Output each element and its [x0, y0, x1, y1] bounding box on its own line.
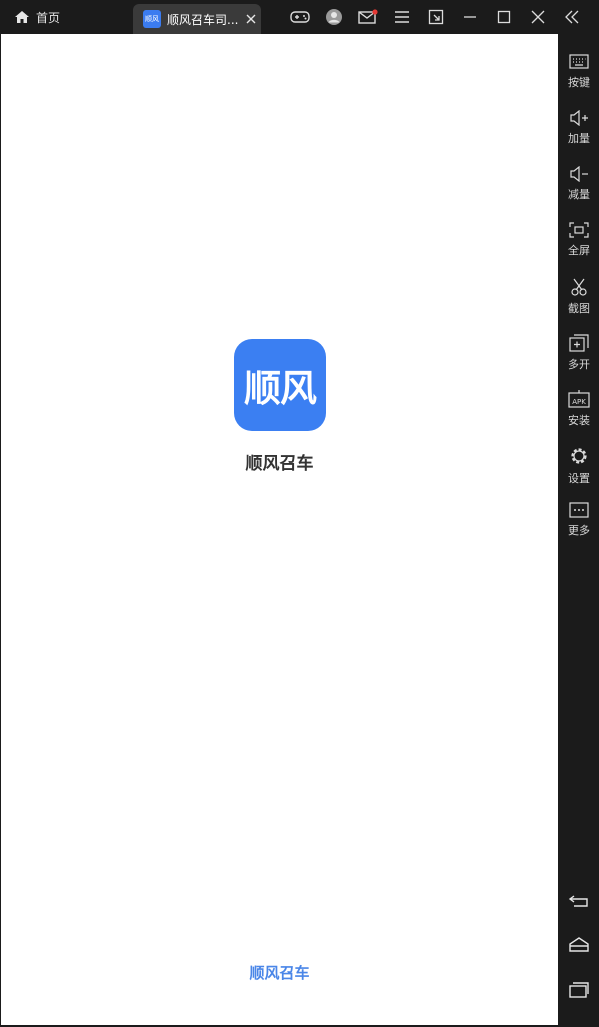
minimize-icon[interactable]: [453, 0, 487, 34]
title-bar: 首页 顺风 顺风召车司...: [0, 0, 599, 34]
close-icon[interactable]: [243, 11, 259, 27]
popout-icon[interactable]: [419, 0, 453, 34]
gamepad-icon[interactable]: [283, 0, 317, 34]
sidebar-item-keys[interactable]: 按键: [559, 50, 599, 100]
footer-brand: 顺风召车: [249, 964, 310, 982]
app-splash-screen: 顺风 顺风召车 顺风召车: [1, 34, 558, 1025]
app-name: 顺风召车: [245, 454, 314, 474]
app-tab[interactable]: 顺风 顺风召车司...: [133, 4, 261, 34]
scissors-icon: [569, 274, 589, 296]
home-icon: [14, 10, 30, 24]
sidebar-item-label: 更多: [568, 524, 590, 537]
sidebar-item-label: 设置: [568, 472, 590, 485]
svg-text:APK: APK: [572, 398, 586, 406]
sidebar-item-multi-instance[interactable]: 多开: [559, 330, 599, 380]
home-tab-label: 首页: [36, 10, 61, 25]
gear-icon: [569, 442, 589, 466]
back-button[interactable]: [559, 887, 599, 917]
volume-up-icon: [569, 106, 589, 126]
collapse-sidebar-icon[interactable]: [555, 0, 589, 34]
home-nav-button[interactable]: [559, 932, 599, 962]
app-logo: 顺风: [234, 339, 326, 431]
sidebar-item-label: 按键: [568, 76, 590, 89]
menu-icon[interactable]: [385, 0, 419, 34]
back-icon: [568, 893, 590, 912]
emulator-sidebar: 按键 加量 减量 全屏 截图 多开 APK 安装 设置 更多: [559, 34, 599, 1027]
sidebar-item-fullscreen[interactable]: 全屏: [559, 218, 599, 268]
sidebar-item-install[interactable]: APK 安装: [559, 386, 599, 436]
home-tab[interactable]: 首页: [14, 6, 60, 28]
sidebar-item-volume-up[interactable]: 加量: [559, 106, 599, 156]
volume-down-icon: [569, 162, 589, 182]
sidebar-item-label: 全屏: [568, 244, 590, 257]
sidebar-item-volume-down[interactable]: 减量: [559, 162, 599, 212]
sidebar-item-label: 多开: [568, 358, 590, 371]
sidebar-item-settings[interactable]: 设置: [559, 442, 599, 492]
emulator-window: 首页 顺风 顺风召车司... 顺风 顺风召车 顺风召车 按键 加量 减量 全屏 …: [0, 0, 599, 1027]
keyboard-icon: [569, 50, 589, 70]
app-tab-title: 顺风召车司...: [167, 12, 239, 27]
title-bar-controls: [283, 0, 589, 34]
app-tab-icon: 顺风: [143, 10, 161, 28]
fullscreen-icon: [569, 218, 589, 238]
sidebar-item-screenshot[interactable]: 截图: [559, 274, 599, 324]
close-window-icon[interactable]: [521, 0, 555, 34]
recent-apps-button[interactable]: [559, 977, 599, 1007]
sidebar-item-more[interactable]: 更多: [559, 498, 599, 548]
sidebar-item-label: 安装: [568, 414, 590, 427]
maximize-icon[interactable]: [487, 0, 521, 34]
mail-icon[interactable]: [351, 0, 385, 34]
sidebar-item-label: 截图: [568, 302, 590, 315]
recent-apps-icon: [568, 982, 590, 1002]
home-nav-icon: [568, 937, 590, 957]
user-icon[interactable]: [317, 0, 351, 34]
more-icon: [569, 498, 589, 518]
sidebar-item-label: 减量: [568, 188, 590, 201]
app-logo-text: 顺风: [244, 367, 317, 410]
multi-instance-icon: [569, 330, 589, 352]
sidebar-item-label: 加量: [568, 132, 590, 145]
apk-icon: APK: [568, 386, 590, 408]
